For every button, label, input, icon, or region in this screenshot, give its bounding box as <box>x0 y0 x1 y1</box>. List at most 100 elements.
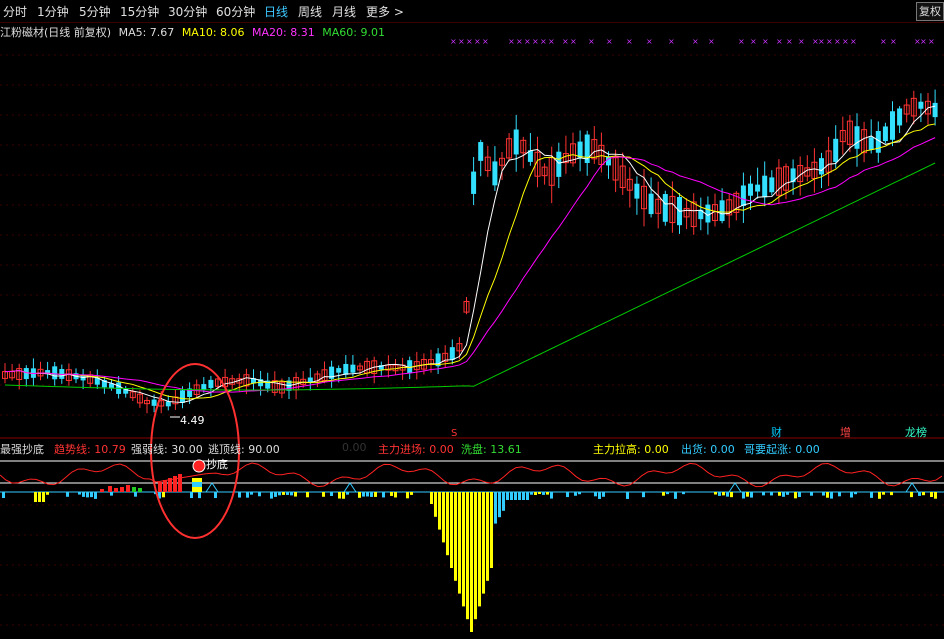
volume-bar <box>870 492 873 498</box>
signal-x-mark: × <box>890 37 897 46</box>
volume-bar <box>742 492 745 499</box>
volume-bar <box>286 492 289 495</box>
signal-longbang: 龙榜 <box>905 425 927 439</box>
candle-body <box>748 183 753 196</box>
candle-body <box>471 171 477 194</box>
volume-bar <box>878 492 881 499</box>
candle-body <box>336 368 342 373</box>
candle-body <box>513 129 519 155</box>
candle-body <box>719 200 725 222</box>
volume-bar <box>434 492 437 517</box>
volume-bar <box>278 492 281 496</box>
low-price-label: 4.49 <box>180 414 205 427</box>
signal-x-mark: × <box>880 37 887 46</box>
volume-bar <box>922 492 925 496</box>
volume-bar <box>522 492 525 500</box>
volume-bar <box>714 492 717 495</box>
candle-body <box>932 102 938 118</box>
ma5-line <box>4 105 936 404</box>
volume-bar <box>162 492 165 498</box>
volume-bar <box>78 492 81 495</box>
volume-bar <box>90 492 93 498</box>
volume-bar <box>390 492 393 496</box>
volume-bar <box>238 492 241 498</box>
signal-x-mark: × <box>646 37 653 46</box>
volume-bar <box>506 492 509 500</box>
volume-bar <box>338 492 341 499</box>
volume-bar <box>534 492 537 495</box>
volume-bar <box>786 492 789 495</box>
volume-bar <box>546 492 549 495</box>
candle-body <box>634 183 640 199</box>
volume-bar <box>198 492 201 499</box>
signal-x-mark: × <box>516 37 523 46</box>
candle-body <box>762 175 768 198</box>
buy-bar <box>163 480 167 492</box>
buy-bar <box>158 482 162 492</box>
candle-body <box>556 151 562 177</box>
volume-bar <box>578 492 581 495</box>
volume-bar <box>466 492 469 620</box>
volume-bar <box>674 492 677 499</box>
volume-bar <box>406 492 409 499</box>
main-entry-value: 主力进场: 0.00 <box>378 443 454 456</box>
signal-x-mark: × <box>834 37 841 46</box>
volume-bar <box>282 492 285 495</box>
volume-bar <box>890 492 893 496</box>
volume-bar <box>482 492 485 594</box>
volume-bar <box>682 492 685 495</box>
wash-value: 洗盘: 13.61 <box>461 443 522 456</box>
candle-body <box>740 185 746 206</box>
candle-body <box>755 184 761 192</box>
signal-x-mark: × <box>776 37 783 46</box>
volume-bar <box>454 492 457 581</box>
signal-x-mark: × <box>762 37 769 46</box>
candle-body <box>151 399 157 406</box>
volume-bar <box>322 492 325 497</box>
signal-x-mark: × <box>570 37 577 46</box>
candle-body <box>833 138 839 162</box>
candle-body <box>23 368 29 380</box>
volume-bar <box>250 492 253 495</box>
signal-x-mark: × <box>562 37 569 46</box>
signal-x-mark: × <box>626 37 633 46</box>
signal-x-mark: × <box>458 37 465 46</box>
volume-bar <box>662 492 665 496</box>
candle-body <box>478 142 484 161</box>
buy-bar <box>168 478 172 492</box>
main-raise-value: 主力拉高: 0.00 <box>593 443 669 456</box>
signal-x-mark: × <box>920 37 927 46</box>
kline-chart[interactable]: × × × × × × × × × × × × × × × × × × × × × × × × × × × × × × × × × × × × × 4.… <box>0 0 944 639</box>
buy-bar <box>120 487 124 492</box>
volume-bar <box>666 492 669 495</box>
volume-bar <box>42 492 45 502</box>
volume-bar <box>594 492 597 497</box>
volume-bar <box>358 492 361 498</box>
signal-x-mark: × <box>826 37 833 46</box>
volume-bar <box>782 492 785 497</box>
signal-x-mark: × <box>818 37 825 46</box>
signal-x-mark: × <box>524 37 531 46</box>
volume-bar <box>762 492 765 496</box>
volume-bar <box>838 492 841 497</box>
volume-bar <box>746 492 749 497</box>
volume-bar <box>82 492 85 497</box>
volume-bar <box>930 492 933 497</box>
volume-bar <box>342 492 345 499</box>
signal-x-mark: × <box>588 37 595 46</box>
candle-body <box>918 101 924 109</box>
volume-bar <box>330 492 333 496</box>
volume-bar <box>730 492 733 498</box>
buy-bar <box>100 489 104 492</box>
volume-bar <box>190 492 193 499</box>
volume-bar <box>274 492 277 497</box>
volume-bar <box>294 492 297 497</box>
volume-bar <box>438 492 441 530</box>
volume-bar <box>518 492 521 500</box>
volume-bar <box>270 492 273 499</box>
volume-bar <box>602 492 605 497</box>
candle-body <box>854 126 860 149</box>
volume-bar <box>514 492 517 500</box>
volume-bar <box>538 492 541 495</box>
signal-x-mark: × <box>450 37 457 46</box>
